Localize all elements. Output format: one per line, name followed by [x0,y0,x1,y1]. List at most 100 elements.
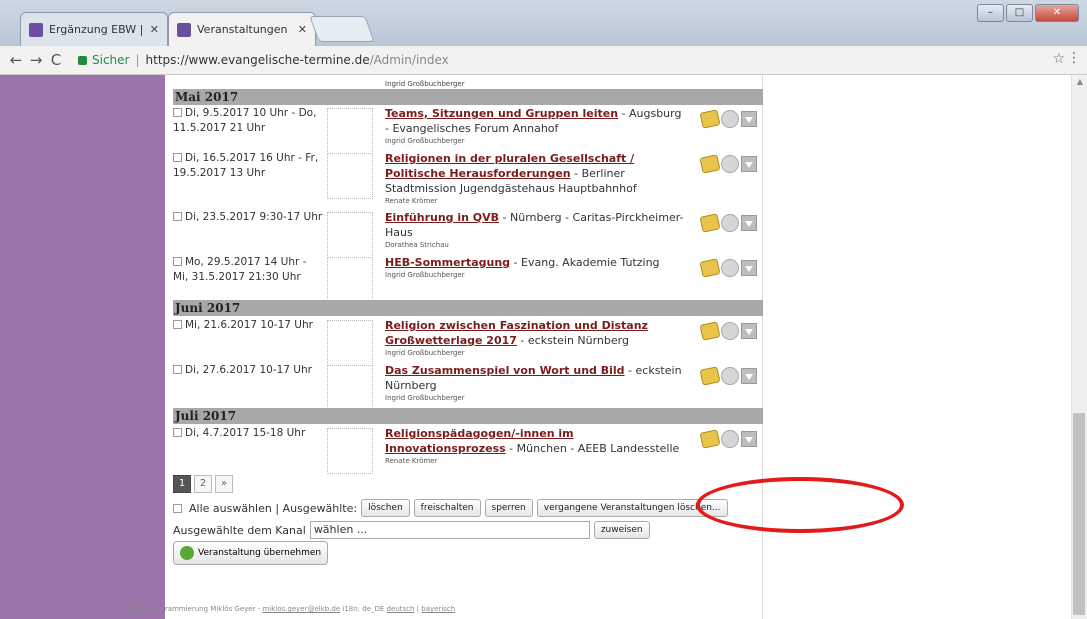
event-checkbox[interactable] [173,320,182,329]
assign-button[interactable]: zuweisen [593,521,650,539]
dropdown-icon[interactable] [741,260,757,276]
page: Ingrid Großbuchberger Mai 2017 Di, 9.5.2… [0,75,1087,619]
event-author: Dorathea Strichau [385,241,449,249]
channel-select[interactable]: wählen ... [309,521,590,539]
event-location: - Evang. Akademie Tutzing [510,256,660,269]
event-actions [699,109,757,129]
edit-note-icon[interactable] [699,366,721,386]
maximize-button[interactable]: □ [1006,4,1033,22]
event-info: Einführung in QVB - Nürnberg - Caritas-P… [385,210,685,250]
browser-tab-1[interactable]: Ergänzung EBW | Handb ✕ [20,12,168,46]
event-author: Ingrid Großbuchberger [385,80,465,88]
delete-button[interactable]: löschen [361,499,410,517]
event-list-panel: Ingrid Großbuchberger Mai 2017 Di, 9.5.2… [165,75,904,619]
list-item: Di, 23.5.2017 9:30-17 Uhr Einführung in … [173,210,763,258]
page-1-button[interactable]: 1 [173,475,191,493]
delete-past-events-button[interactable]: vergangene Veranstaltungen löschen... [536,499,728,517]
event-author: Ingrid Großbuchberger [385,271,465,279]
dropdown-icon[interactable] [741,368,757,384]
event-actions [699,258,757,278]
close-icon[interactable]: ✕ [150,23,159,36]
list-item: Di, 27.6.2017 10-17 Uhr Das Zusammenspie… [173,363,763,411]
channel-label: Ausgewählte dem Kanal [173,523,306,537]
new-tab-button[interactable] [309,16,375,42]
url-field[interactable]: Sicher | https://www.evangelische-termin… [78,49,1047,71]
scrollbar[interactable]: ▲ [1071,75,1087,619]
dropdown-icon[interactable] [741,156,757,172]
menu-icon[interactable]: ⋮ [1067,50,1081,66]
event-info: Das Zusammenspiel von Wort und Bild - ec… [385,363,685,403]
select-all-checkbox[interactable] [173,503,182,513]
author-email-link[interactable]: miklos.geyer@elkb.de [262,605,340,613]
edit-note-icon[interactable] [699,258,721,278]
event-info: Teams, Sitzungen und Gruppen leiten - Au… [385,106,685,146]
event-thumbnail [327,428,373,474]
next-page-button[interactable]: » [215,475,233,493]
month-header: Mai 2017 [173,89,763,105]
lightbulb-icon[interactable] [721,155,739,173]
dropdown-icon[interactable] [741,111,757,127]
event-title-link[interactable]: Teams, Sitzungen und Gruppen leiten [385,107,618,120]
take-over-label: Veranstaltung übernehmen [198,548,322,558]
lightbulb-icon[interactable] [721,322,739,340]
tab-label: Veranstaltungen bearbe [197,23,292,36]
lock-button[interactable]: sperren [484,499,533,517]
close-icon[interactable]: ✕ [298,23,307,36]
lightbulb-icon[interactable] [721,367,739,385]
event-actions [699,321,757,341]
scroll-up-icon[interactable]: ▲ [1077,77,1083,86]
address-bar: ← → C Sicher | https://www.evangelische-… [0,46,1087,75]
forward-icon[interactable]: → [26,51,46,69]
event-actions [699,366,757,386]
event-checkbox[interactable] [173,212,182,221]
event-title-link[interactable]: Das Zusammenspiel von Wort und Bild [385,364,625,377]
event-author: Ingrid Großbuchberger [385,394,465,402]
event-checkbox[interactable] [173,153,182,162]
bookmark-star-icon[interactable]: ☆ [1052,51,1065,67]
event-checkbox[interactable] [173,365,182,374]
back-icon[interactable]: ← [6,51,26,69]
select-all-label: Alle auswählen | Ausgewählte: [189,501,358,515]
lightbulb-icon[interactable] [721,430,739,448]
lock-icon [78,55,87,65]
event-date: Di, 9.5.2017 10 Uhr - Do, 11.5.2017 21 U… [173,107,317,134]
unlock-button[interactable]: freischalten [413,499,481,517]
list-item: Di, 16.5.2017 16 Uhr - Fr, 19.5.2017 13 … [173,151,763,207]
window-close-button[interactable]: ✕ [1035,4,1079,22]
edit-note-icon[interactable] [699,321,721,341]
lightbulb-icon[interactable] [721,259,739,277]
lang-bayerisch-link[interactable]: bayerisch [421,605,455,613]
edit-note-icon[interactable] [699,154,721,174]
dropdown-icon[interactable] [741,215,757,231]
lightbulb-icon[interactable] [721,214,739,232]
lightbulb-icon[interactable] [721,110,739,128]
month-header: Juli 2017 [173,408,763,424]
event-info: Religionen in der pluralen Gesellschaft … [385,151,685,206]
event-title-link[interactable]: Einführung in QVB [385,211,499,224]
event-thumbnail [327,320,373,366]
event-checkbox[interactable] [173,428,182,437]
take-over-event-button[interactable]: Veranstaltung übernehmen [173,541,329,565]
event-date: Mi, 21.6.2017 10-17 Uhr [173,318,323,333]
browser-tab-2[interactable]: Veranstaltungen bearbe ✕ [168,12,316,46]
event-checkbox[interactable] [173,257,182,266]
scrollbar-thumb[interactable] [1073,413,1085,615]
event-checkbox[interactable] [173,108,182,117]
window-controls: – □ ✕ [977,4,1079,22]
event-location: - eckstein Nürnberg [516,334,629,347]
dropdown-icon[interactable] [741,431,757,447]
browser-tabbar: Ergänzung EBW | Handb ✕ Veranstaltungen … [0,0,1087,46]
event-actions [699,213,757,233]
dropdown-icon[interactable] [741,323,757,339]
minimize-button[interactable]: – [977,4,1004,22]
edit-note-icon[interactable] [699,429,721,449]
reload-icon[interactable]: C [46,51,66,69]
edit-note-icon[interactable] [699,213,721,233]
secure-label: Sicher [92,53,130,67]
list-item: Mi, 21.6.2017 10-17 Uhr Religion zwische… [173,318,763,366]
event-title-link[interactable]: HEB-Sommertagung [385,256,510,269]
lang-deutsch-link[interactable]: deutsch [387,605,415,613]
page-2-button[interactable]: 2 [194,475,212,493]
edit-note-icon[interactable] [699,109,721,129]
event-actions [699,429,757,449]
